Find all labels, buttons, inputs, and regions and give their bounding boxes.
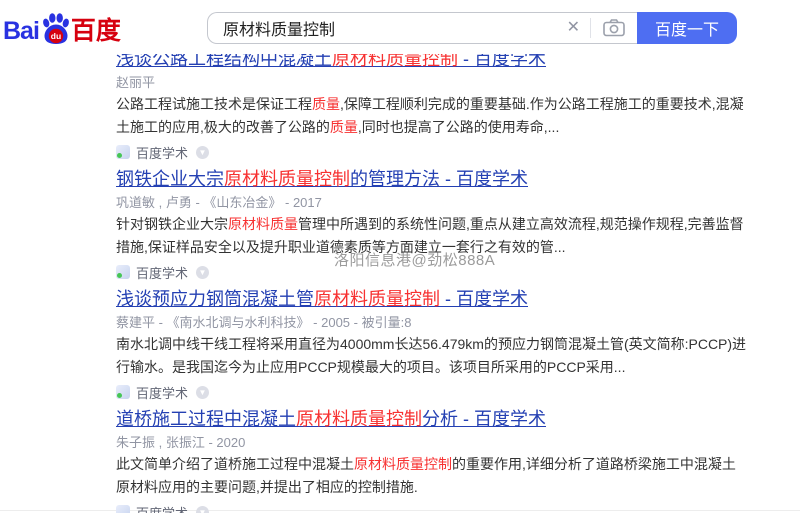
result-byline: 巩道敏 , 卢勇 - 《山东冶金》 - 2017 bbox=[116, 195, 322, 210]
search-header: Bai du 百度 ✕ bbox=[0, 0, 800, 54]
baidu-scholar-icon bbox=[116, 385, 130, 399]
chevron-down-icon[interactable]: ▼ bbox=[196, 385, 210, 399]
search-result: 浅谈预应力钢筒混凝土管原材料质量控制 - 百度学术 蔡建平 - 《南水北调与水利… bbox=[116, 288, 756, 408]
chevron-down-icon[interactable]: ▼ bbox=[196, 265, 210, 279]
search-result: 钢铁企业大宗原材料质量控制的管理方法 - 百度学术 巩道敏 , 卢勇 - 《山东… bbox=[116, 168, 756, 288]
result-byline: 朱子振 , 张振江 - 2020 bbox=[116, 435, 246, 450]
baidu-scholar-icon bbox=[116, 265, 130, 279]
search-input[interactable] bbox=[223, 19, 557, 37]
result-source-label: 百度学术 bbox=[136, 385, 189, 401]
svg-text:du: du bbox=[51, 31, 61, 41]
result-source-bar[interactable]: 百度学术 ▼ bbox=[116, 264, 756, 281]
result-byline: 赵丽平 bbox=[116, 75, 156, 90]
logo-latin-text: Bai bbox=[3, 17, 40, 45]
baidu-serp-page: 浅谈公路工程结构中混凝土原材料质量控制 - 百度学术 赵丽平 公路工程试施工技术… bbox=[0, 0, 800, 513]
result-source-bar[interactable]: 百度学术 ▼ bbox=[116, 144, 756, 161]
result-source-bar[interactable]: 百度学术 ▼ bbox=[116, 384, 756, 401]
baidu-logo[interactable]: Bai du 百度 bbox=[3, 9, 121, 48]
result-title-link[interactable]: 钢铁企业大宗原材料质量控制的管理方法 - 百度学术 bbox=[116, 168, 528, 190]
result-snippet: 南水北调中线干线工程将采用直径为4000mm长达56.479km的预应力钢筒混凝… bbox=[116, 336, 747, 375]
result-title-link[interactable]: 浅谈预应力钢筒混凝土管原材料质量控制 - 百度学术 bbox=[116, 288, 528, 310]
result-source-bar[interactable]: 百度学术 ▼ bbox=[116, 504, 756, 513]
search-result: 道桥施工过程中混凝土原材料质量控制分析 - 百度学术 朱子振 , 张振江 - 2… bbox=[116, 408, 756, 513]
result-snippet: 针对钢铁企业大宗原材料质量管理中所遇到的系统性问题,重点从建立高效流程,规范操作… bbox=[116, 216, 744, 255]
search-input-wrap: ✕ bbox=[207, 12, 637, 44]
search-box: ✕ 百度一下 bbox=[207, 12, 737, 44]
search-button[interactable]: 百度一下 bbox=[637, 12, 737, 44]
result-source-label: 百度学术 bbox=[136, 265, 189, 281]
result-byline: 蔡建平 - 《南水北调与水利科技》 - 2005 - 被引量:8 bbox=[116, 315, 412, 330]
search-result: 浅谈公路工程结构中混凝土原材料质量控制 - 百度学术 赵丽平 公路工程试施工技术… bbox=[116, 48, 756, 168]
result-source-label: 百度学术 bbox=[136, 145, 189, 161]
result-snippet: 公路工程试施工技术是保证工程质量,保障工程顺利完成的重要基础.作为公路工程施工的… bbox=[116, 96, 744, 135]
baidu-scholar-icon bbox=[116, 505, 130, 513]
camera-icon[interactable] bbox=[591, 19, 637, 37]
baidu-paw-icon: du bbox=[40, 11, 70, 50]
result-snippet: 此文简单介绍了道桥施工过程中混凝土原材料质量控制的重要作用,详细分析了道路桥梁施… bbox=[116, 456, 736, 495]
clear-icon[interactable]: ✕ bbox=[557, 13, 590, 43]
baidu-scholar-icon bbox=[116, 145, 130, 159]
results-list: 浅谈公路工程结构中混凝土原材料质量控制 - 百度学术 赵丽平 公路工程试施工技术… bbox=[116, 48, 756, 513]
chevron-down-icon[interactable]: ▼ bbox=[196, 505, 210, 513]
logo-cjk-text: 百度 bbox=[70, 17, 121, 45]
result-title-link[interactable]: 道桥施工过程中混凝土原材料质量控制分析 - 百度学术 bbox=[116, 408, 546, 430]
result-source-label: 百度学术 bbox=[136, 505, 189, 513]
chevron-down-icon[interactable]: ▼ bbox=[196, 145, 210, 159]
